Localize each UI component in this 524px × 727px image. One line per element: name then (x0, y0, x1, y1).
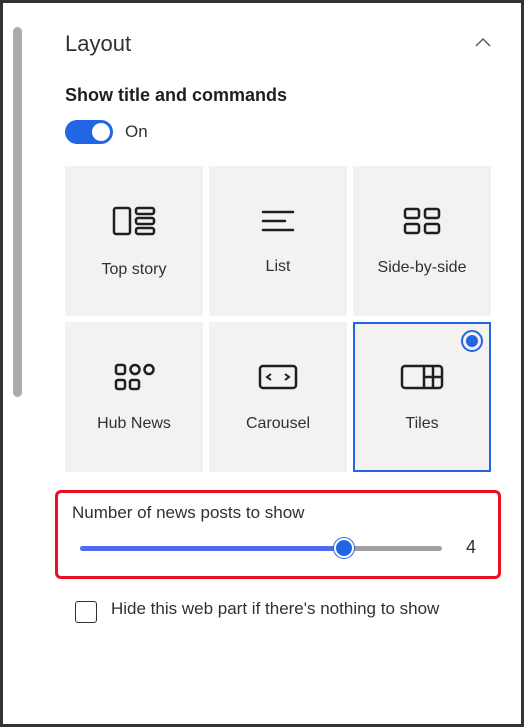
hide-webpart-checkbox[interactable] (75, 601, 97, 623)
carousel-icon (256, 362, 300, 397)
layout-option-top-story[interactable]: Top story (65, 166, 203, 316)
toggle-state-label: On (125, 122, 148, 142)
list-icon (259, 207, 297, 240)
slider-label: Number of news posts to show (72, 503, 484, 523)
layout-grid: Top story List Side-by-si (65, 166, 491, 472)
layout-label: Hub News (97, 415, 171, 433)
chevron-up-icon (475, 35, 491, 53)
layout-label: Tiles (405, 415, 438, 433)
slider-row: 4 (72, 537, 484, 558)
checkbox-row: Hide this web part if there's nothing to… (65, 597, 491, 623)
layout-label: Top story (102, 261, 167, 279)
posts-count-slider[interactable] (80, 538, 442, 558)
layout-label: Side-by-side (378, 259, 467, 277)
top-story-icon (112, 204, 156, 243)
slider-thumb[interactable] (334, 538, 354, 558)
layout-option-hub-news[interactable]: Hub News (65, 322, 203, 472)
layout-label: List (266, 258, 291, 276)
layout-option-carousel[interactable]: Carousel (209, 322, 347, 472)
show-title-toggle[interactable] (65, 120, 113, 144)
scrollbar[interactable] (13, 27, 22, 397)
slider-value: 4 (466, 537, 476, 558)
checkbox-label: Hide this web part if there's nothing to… (111, 597, 439, 621)
highlight-annotation: Number of news posts to show 4 (55, 490, 501, 579)
toggle-header: Show title and commands (65, 85, 491, 106)
slider-fill (80, 546, 344, 551)
selected-radio-icon (461, 330, 483, 352)
side-by-side-icon (402, 206, 442, 241)
tiles-icon (399, 362, 445, 397)
layout-option-side-by-side[interactable]: Side-by-side (353, 166, 491, 316)
toggle-row: On (65, 120, 491, 144)
section-title: Layout (65, 31, 131, 57)
section-header[interactable]: Layout (65, 31, 491, 57)
layout-panel: Layout Show title and commands On Top st… (3, 3, 521, 643)
hub-news-icon (113, 362, 155, 397)
layout-option-list[interactable]: List (209, 166, 347, 316)
layout-label: Carousel (246, 415, 310, 433)
layout-option-tiles[interactable]: Tiles (353, 322, 491, 472)
